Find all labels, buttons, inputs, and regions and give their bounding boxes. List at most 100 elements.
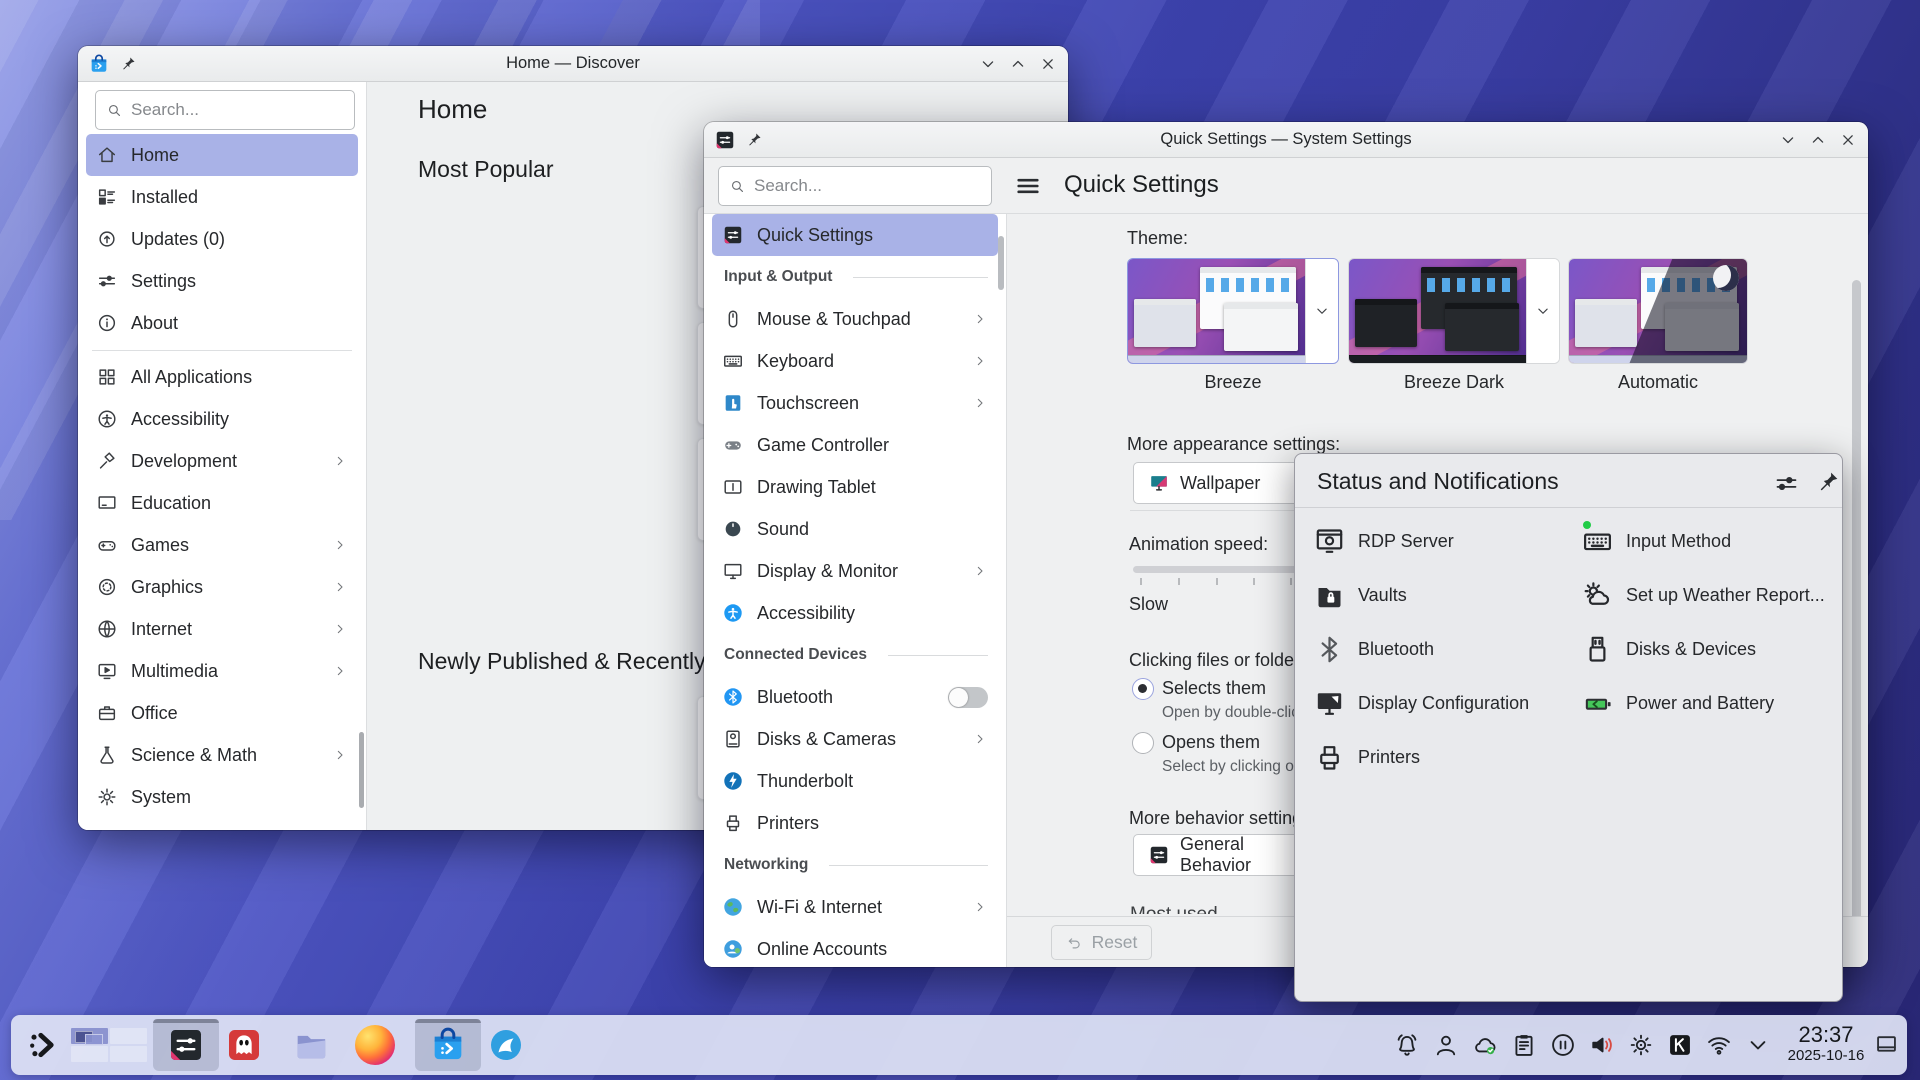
sidebar-item[interactable]: Connected Devices — [712, 634, 998, 676]
popup-item[interactable]: Disks & Devices — [1581, 622, 1831, 676]
clipboard-icon[interactable] — [1510, 1031, 1538, 1059]
theme-breeze-dark[interactable] — [1348, 258, 1560, 364]
sidebar-item[interactable]: System — [86, 776, 358, 818]
search-input[interactable] — [754, 176, 981, 196]
pin-icon[interactable] — [1816, 469, 1841, 494]
sidebar-item[interactable]: Quick Settings — [712, 214, 998, 256]
task-system-settings[interactable] — [153, 1019, 219, 1071]
sidebar-item[interactable]: Game Controller — [712, 424, 998, 466]
task-firefox[interactable] — [355, 1025, 395, 1065]
sidebar-item[interactable]: Installed — [86, 176, 358, 218]
popup-item[interactable]: Vaults — [1313, 568, 1563, 622]
sidebar-item[interactable]: Wi-Fi & Internet — [712, 886, 998, 928]
reset-button[interactable]: Reset — [1051, 925, 1152, 960]
configure-icon[interactable] — [1773, 470, 1800, 497]
popup-item[interactable]: Input Method — [1581, 514, 1831, 568]
popup-item[interactable]: Display Configuration — [1313, 676, 1563, 730]
theme-breeze[interactable] — [1127, 258, 1339, 364]
kbox-icon[interactable] — [1666, 1031, 1694, 1059]
opens-them-label[interactable]: Opens them — [1162, 732, 1260, 753]
content-scrollbar[interactable] — [1852, 280, 1861, 964]
sidebar-item[interactable]: Bluetooth — [712, 676, 998, 718]
automatic-thumbnail[interactable] — [1569, 259, 1747, 363]
sidebar-scrollbar[interactable] — [359, 732, 364, 808]
sidebar-item[interactable]: Keyboard — [712, 340, 998, 382]
show-desktop-button[interactable] — [1873, 1031, 1900, 1058]
sidebar-item[interactable]: Printers — [712, 802, 998, 844]
user-icon[interactable] — [1432, 1031, 1460, 1059]
sidebar-item[interactable]: Accessibility — [712, 592, 998, 634]
bluetooth-toggle[interactable] — [948, 687, 988, 708]
sidebar-item[interactable]: Education — [86, 482, 358, 524]
sidebar-item[interactable]: Science & Math — [86, 734, 358, 776]
hamburger-menu-icon[interactable] — [1014, 172, 1042, 200]
breeze-dark-thumbnail[interactable] — [1349, 259, 1526, 363]
sidebar-item[interactable]: Disks & Cameras — [712, 718, 998, 760]
task-dolphin[interactable] — [291, 1025, 331, 1065]
sidebar-item[interactable]: Input & Output — [712, 256, 998, 298]
system-settings-titlebar[interactable]: Quick Settings — System Settings — [704, 122, 1868, 158]
popup-item[interactable]: Bluetooth — [1313, 622, 1563, 676]
desktop-1[interactable] — [71, 1028, 108, 1044]
discover-titlebar[interactable]: Home — Discover — [78, 46, 1068, 82]
minimize-button[interactable] — [1778, 130, 1798, 150]
desktop-4[interactable] — [110, 1046, 147, 1062]
virtual-desktop-pager[interactable] — [71, 1028, 147, 1062]
sidebar-item[interactable]: Office — [86, 692, 358, 734]
search-input[interactable] — [131, 100, 344, 120]
sidebar-scrollbar[interactable] — [998, 236, 1004, 290]
popup-item[interactable]: Set up Weather Report... — [1581, 568, 1831, 622]
sidebar-item[interactable]: Multimedia — [86, 650, 358, 692]
sidebar-item[interactable]: Development — [86, 440, 358, 482]
pin-icon[interactable] — [746, 131, 763, 148]
minimize-button[interactable] — [978, 54, 998, 74]
opens-them-radio[interactable] — [1132, 732, 1154, 754]
sidebar-item[interactable]: Touchscreen — [712, 382, 998, 424]
popup-item[interactable]: Power and Battery — [1581, 676, 1831, 730]
volume-icon[interactable] — [1588, 1031, 1616, 1059]
task-konqueror[interactable] — [486, 1025, 526, 1065]
pause-icon[interactable] — [1549, 1031, 1577, 1059]
popup-item[interactable]: Printers — [1313, 730, 1563, 784]
clock[interactable]: 23:37 2025-10-16 — [1771, 1022, 1881, 1064]
sidebar-item[interactable]: Networking — [712, 844, 998, 886]
selects-them-label[interactable]: Selects them — [1162, 678, 1266, 699]
task-ghostwriter[interactable] — [224, 1025, 264, 1065]
close-button[interactable] — [1038, 54, 1058, 74]
pin-icon[interactable] — [120, 55, 137, 72]
desktop-2[interactable] — [110, 1028, 147, 1044]
sidebar-item[interactable] — [92, 344, 352, 356]
sidebar-item[interactable]: Graphics — [86, 566, 358, 608]
bell-icon[interactable] — [1393, 1031, 1421, 1059]
sidebar-item[interactable]: Thunderbolt — [712, 760, 998, 802]
close-button[interactable] — [1838, 130, 1858, 150]
app-launcher-button[interactable] — [25, 1027, 61, 1063]
breeze-dropdown-button[interactable] — [1305, 259, 1338, 363]
sidebar-item[interactable]: About — [86, 302, 358, 344]
settings-search[interactable] — [718, 166, 992, 206]
sidebar-item[interactable]: Sound — [712, 508, 998, 550]
sidebar-item[interactable]: Online Accounts — [712, 928, 998, 967]
wifi-icon[interactable] — [1705, 1031, 1733, 1059]
cloud-icon[interactable] — [1471, 1031, 1499, 1059]
sidebar-item[interactable]: Mouse & Touchpad — [712, 298, 998, 340]
sidebar-item[interactable]: Accessibility — [86, 398, 358, 440]
maximize-button[interactable] — [1008, 54, 1028, 74]
sidebar-item[interactable]: Home — [86, 134, 358, 176]
sidebar-item[interactable]: Settings — [86, 260, 358, 302]
task-discover[interactable] — [415, 1019, 481, 1071]
chev-down-icon[interactable] — [1744, 1031, 1772, 1059]
theme-automatic[interactable] — [1568, 258, 1748, 364]
maximize-button[interactable] — [1808, 130, 1828, 150]
selects-them-radio[interactable] — [1132, 678, 1154, 700]
sidebar-item[interactable]: All Applications — [86, 356, 358, 398]
breeze-dark-dropdown-button[interactable] — [1526, 259, 1559, 363]
breeze-thumbnail[interactable] — [1128, 259, 1305, 363]
discover-search[interactable] — [95, 90, 355, 130]
popup-item[interactable]: RDP Server — [1313, 514, 1563, 568]
brightness-icon[interactable] — [1627, 1031, 1655, 1059]
sidebar-item[interactable]: Display & Monitor — [712, 550, 998, 592]
sidebar-item[interactable]: Updates (0) — [86, 218, 358, 260]
sidebar-item[interactable]: Internet — [86, 608, 358, 650]
sidebar-item[interactable]: Drawing Tablet — [712, 466, 998, 508]
